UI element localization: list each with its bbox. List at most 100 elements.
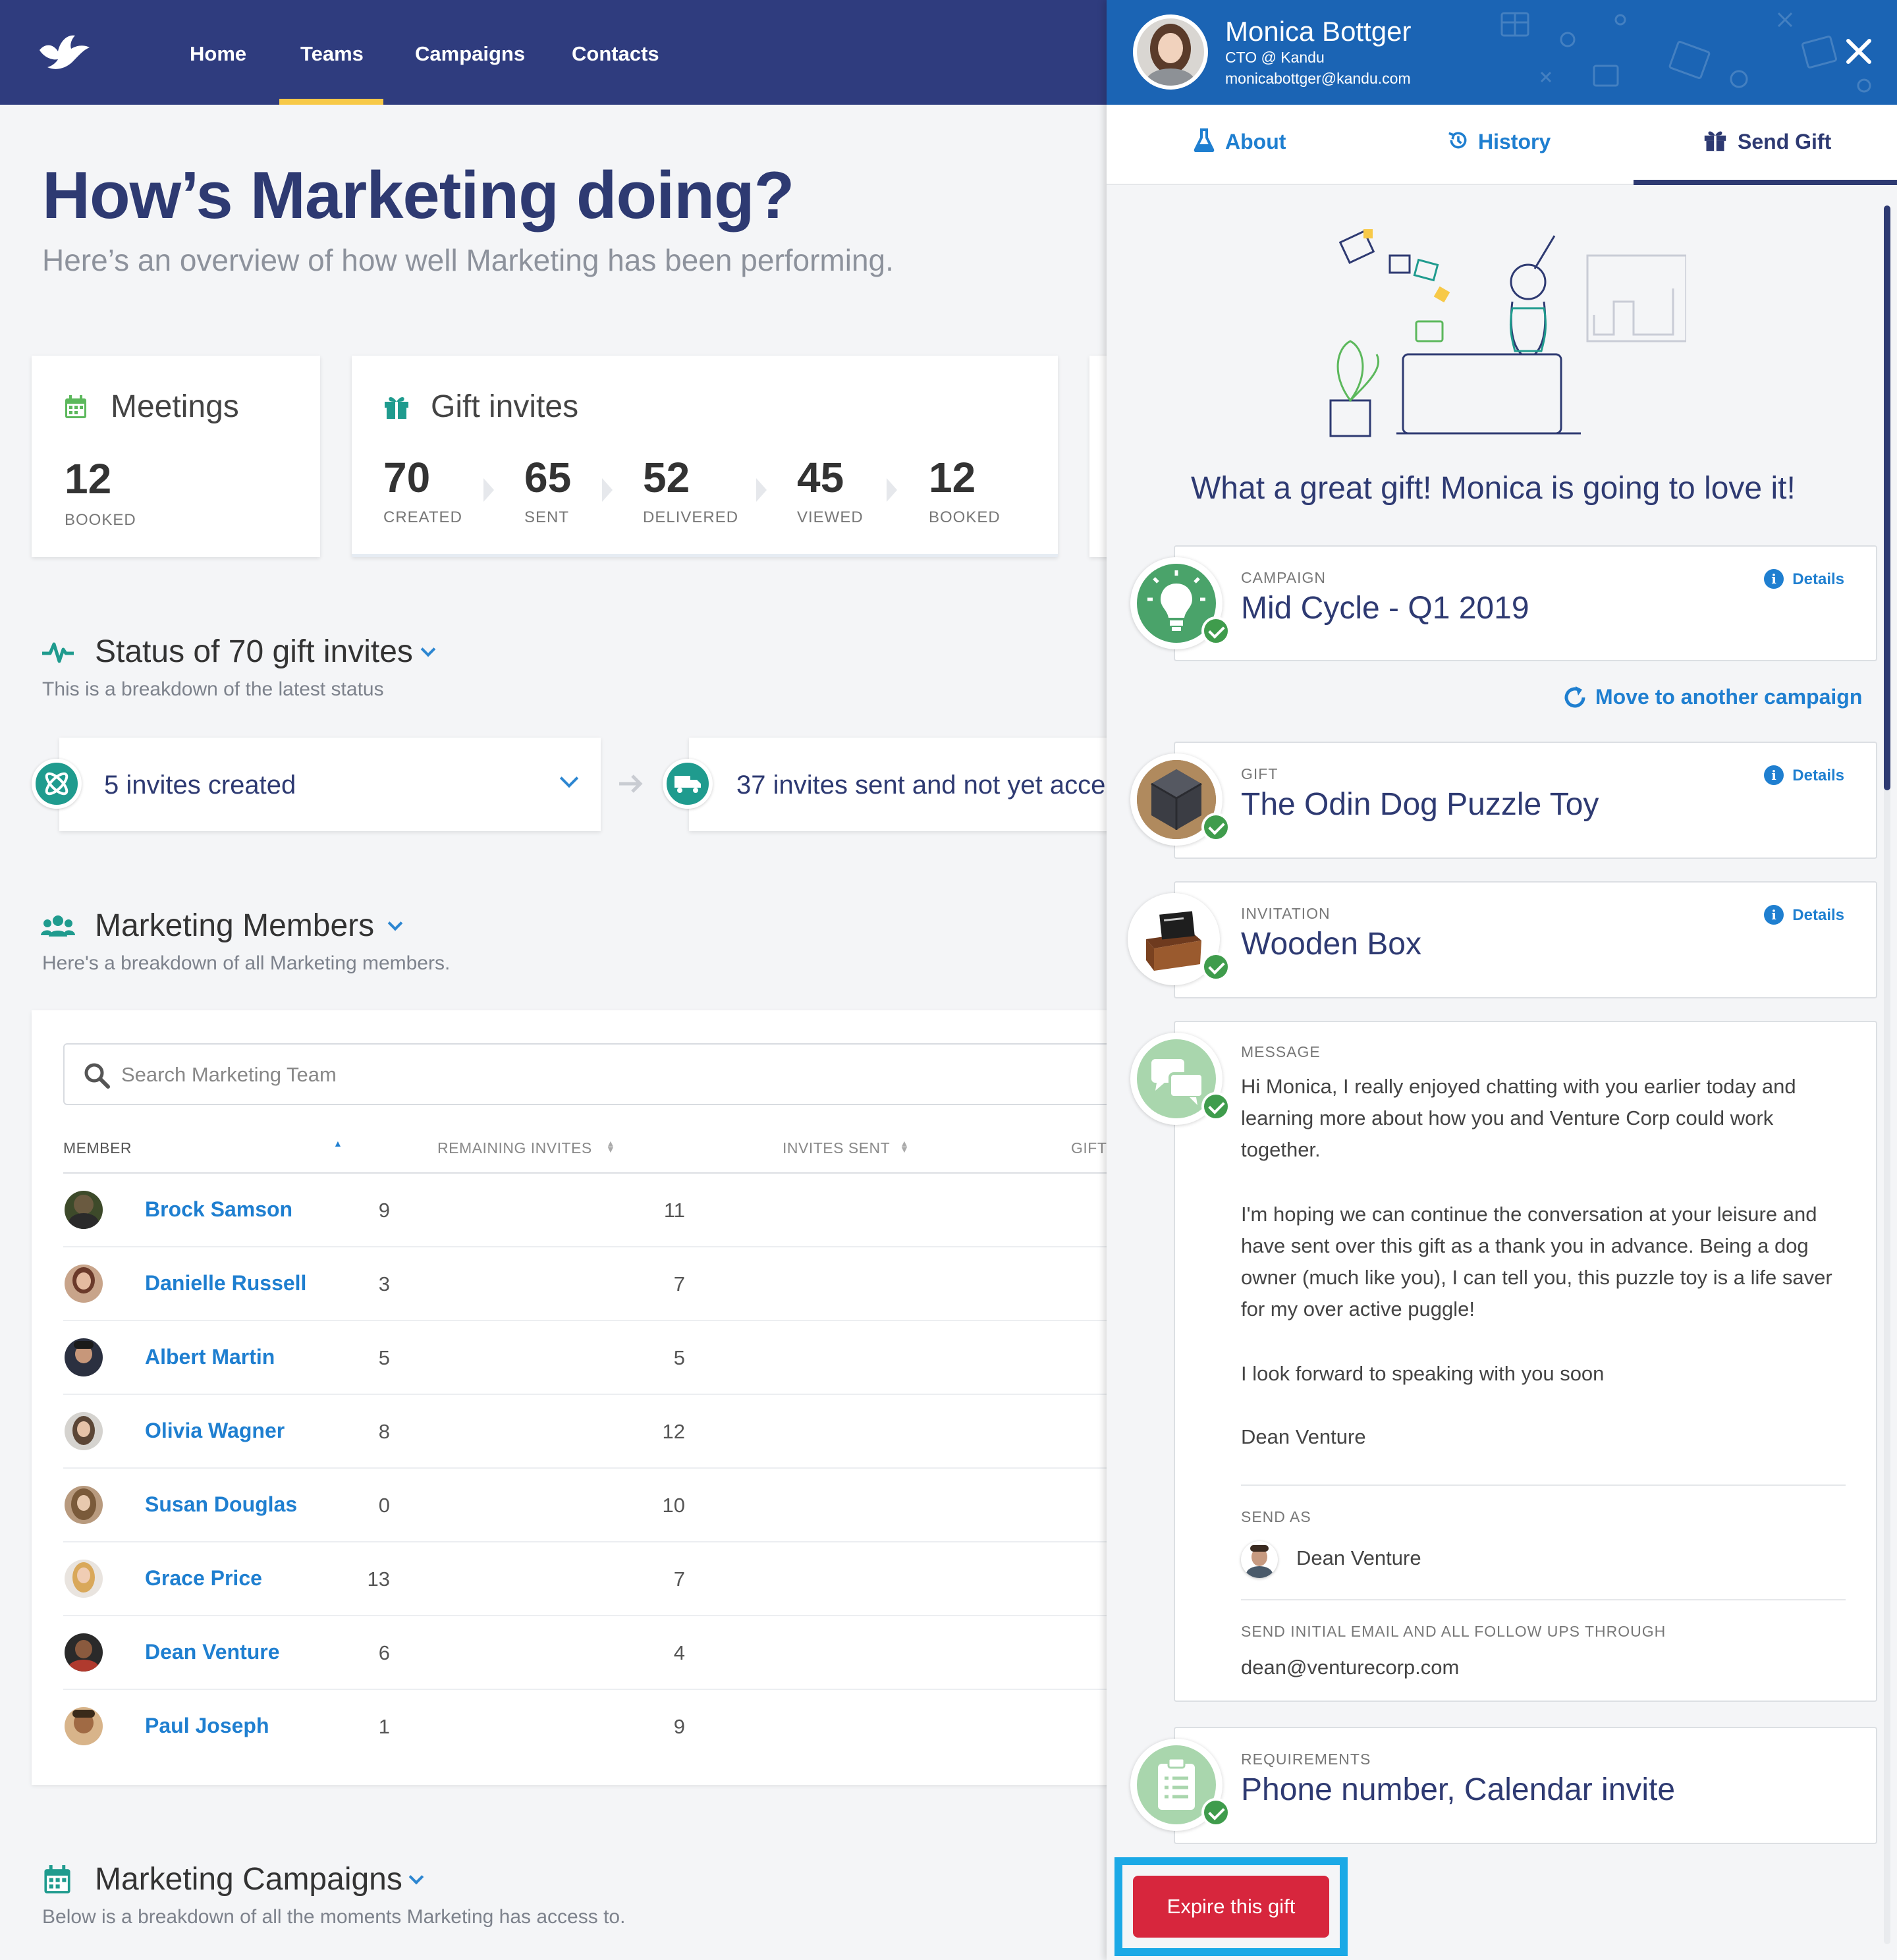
- stat-viewed-label: VIEWED: [797, 508, 864, 526]
- avatar: [65, 1486, 103, 1524]
- history-icon: [1448, 132, 1467, 149]
- table-row[interactable]: Grace Price 13 7: [63, 1542, 1183, 1616]
- member-name[interactable]: Danielle Russell: [145, 1271, 306, 1295]
- avatar: [65, 1265, 103, 1303]
- status-subtitle: This is a breakdown of the latest status: [42, 678, 384, 700]
- chevron-down-icon[interactable]: [559, 769, 579, 788]
- nav-teams[interactable]: Teams: [300, 42, 364, 66]
- nav-campaigns[interactable]: Campaigns: [415, 42, 525, 66]
- check-icon: [1201, 1092, 1230, 1121]
- campaign-details-link[interactable]: Details: [1792, 570, 1844, 589]
- table-row[interactable]: Brock Samson 9 11: [63, 1174, 1183, 1247]
- info-icon[interactable]: i: [1764, 765, 1784, 785]
- page-subtitle: Here’s an overview of how well Marketing…: [42, 243, 894, 277]
- status-created-text: 5 invites created: [104, 771, 296, 800]
- member-name[interactable]: Grace Price: [145, 1566, 262, 1591]
- remaining-invites: 1: [378, 1715, 390, 1738]
- requirements-card: REQUIREMENTS Phone number, Calendar invi…: [1174, 1727, 1877, 1844]
- send-as-value: Dean Venture: [1296, 1546, 1421, 1569]
- users-icon: [41, 915, 75, 937]
- col-remaining[interactable]: REMAINING INVITES: [437, 1139, 592, 1157]
- stat-booked-label: BOOKED: [929, 508, 1001, 526]
- nav-contacts[interactable]: Contacts: [572, 42, 659, 66]
- page-title: How’s Marketing doing?: [42, 159, 794, 232]
- contact-panel: Monica Bottger CTO @ Kandu monicabottger…: [1107, 0, 1897, 1960]
- invites-sent: 5: [673, 1346, 685, 1369]
- gift-card: GIFT The Odin Dog Puzzle Toy i Details: [1174, 742, 1877, 859]
- stat-delivered-label: DELIVERED: [643, 508, 739, 526]
- status-sent-text: 37 invites sent and not yet accep: [736, 771, 1120, 800]
- stat-viewed-value: 45: [797, 454, 844, 501]
- member-name[interactable]: Paul Joseph: [145, 1714, 269, 1738]
- remaining-invites: 5: [378, 1346, 390, 1369]
- gift-invites-card: Gift invites 70 CREATED 65 SENT 52 DELIV…: [352, 356, 1058, 557]
- table-row[interactable]: Danielle Russell 3 7: [63, 1247, 1183, 1321]
- stat-arrow: [483, 478, 494, 502]
- col-gift[interactable]: GIFT: [1071, 1139, 1107, 1157]
- invites-sent: 9: [673, 1715, 685, 1738]
- tab-history[interactable]: History: [1478, 130, 1551, 154]
- avatar: [65, 1412, 103, 1450]
- info-icon[interactable]: i: [1764, 569, 1784, 589]
- tab-about[interactable]: About: [1225, 130, 1286, 154]
- member-name[interactable]: Olivia Wagner: [145, 1419, 285, 1443]
- check-icon: [1201, 952, 1230, 981]
- refresh-icon[interactable]: [1562, 685, 1587, 710]
- info-icon[interactable]: i: [1764, 905, 1784, 925]
- close-icon[interactable]: [1842, 34, 1876, 68]
- dove-logo-icon[interactable]: [37, 30, 91, 74]
- expire-gift-button[interactable]: Expire this gift: [1133, 1876, 1329, 1938]
- avatar: [65, 1560, 103, 1598]
- meetings-label: BOOKED: [65, 511, 136, 529]
- truck-icon: [663, 759, 713, 809]
- table-row[interactable]: Susan Douglas 0 10: [63, 1469, 1183, 1542]
- message-paragraph: Hi Monica, I really enjoyed chatting wit…: [1241, 1075, 1796, 1161]
- invites-sent: 11: [663, 1199, 685, 1222]
- send-through-label: SEND INITIAL EMAIL AND ALL FOLLOW UPS TH…: [1241, 1623, 1666, 1640]
- invites-sent: 12: [662, 1420, 685, 1443]
- contact-name: Monica Bottger: [1225, 16, 1412, 47]
- members-title: Marketing Members: [95, 908, 375, 943]
- sender-avatar: [1241, 1541, 1278, 1578]
- table-row[interactable]: Paul Joseph 1 9: [63, 1690, 1183, 1764]
- chevron-down-icon[interactable]: [408, 1869, 424, 1885]
- table-row[interactable]: Albert Martin 5 5: [63, 1321, 1183, 1395]
- invites-sent: 4: [673, 1641, 685, 1664]
- gift-details-link[interactable]: Details: [1792, 767, 1844, 785]
- col-member[interactable]: MEMBER: [63, 1139, 132, 1157]
- divider: [1241, 1599, 1846, 1600]
- member-name[interactable]: Dean Venture: [145, 1640, 280, 1664]
- table-row[interactable]: Olivia Wagner 8 12: [63, 1395, 1183, 1469]
- campaign-label: CAMPAIGN: [1241, 569, 1326, 586]
- status-box-created[interactable]: 5 invites created: [59, 738, 601, 831]
- chevron-down-icon[interactable]: [387, 915, 403, 931]
- invitation-label: INVITATION: [1241, 905, 1331, 922]
- active-tab-underline: [279, 99, 383, 105]
- search-input[interactable]: Search Marketing Team: [63, 1043, 1183, 1105]
- remaining-invites: 9: [378, 1199, 390, 1222]
- divider: [1241, 1484, 1846, 1486]
- sort-asc-icon[interactable]: ▲: [333, 1139, 343, 1148]
- campaign-card: CAMPAIGN Mid Cycle - Q1 2019 i Details: [1174, 545, 1877, 661]
- sort-icon[interactable]: ▲ ▼: [606, 1139, 615, 1154]
- col-sent[interactable]: INVITES SENT: [783, 1139, 890, 1157]
- move-campaign-link[interactable]: Move to another campaign: [1595, 685, 1862, 709]
- invitation-details-link[interactable]: Details: [1792, 906, 1844, 925]
- send-through-value: dean@venturecorp.com: [1241, 1656, 1460, 1679]
- contact-role: CTO @ Kandu: [1225, 49, 1325, 66]
- invitation-value: Wooden Box: [1241, 927, 1421, 962]
- scrollbar-thumb[interactable]: [1884, 205, 1890, 790]
- tab-send-gift[interactable]: Send Gift: [1738, 130, 1831, 154]
- member-name[interactable]: Albert Martin: [145, 1345, 275, 1369]
- avatar: [65, 1633, 103, 1672]
- member-name[interactable]: Brock Samson: [145, 1197, 292, 1222]
- nav-home[interactable]: Home: [190, 42, 246, 66]
- gift-invites-title: Gift invites: [431, 389, 579, 424]
- member-name[interactable]: Susan Douglas: [145, 1492, 297, 1517]
- stat-sent-label: SENT: [524, 508, 570, 526]
- sort-icon[interactable]: ▲ ▼: [900, 1139, 909, 1154]
- chevron-down-icon[interactable]: [420, 641, 436, 657]
- table-row[interactable]: Dean Venture 6 4: [63, 1616, 1183, 1690]
- members-table-card: Search Marketing Team MEMBER ▲ REMAINING…: [32, 1010, 1183, 1785]
- stat-arrow: [887, 478, 897, 502]
